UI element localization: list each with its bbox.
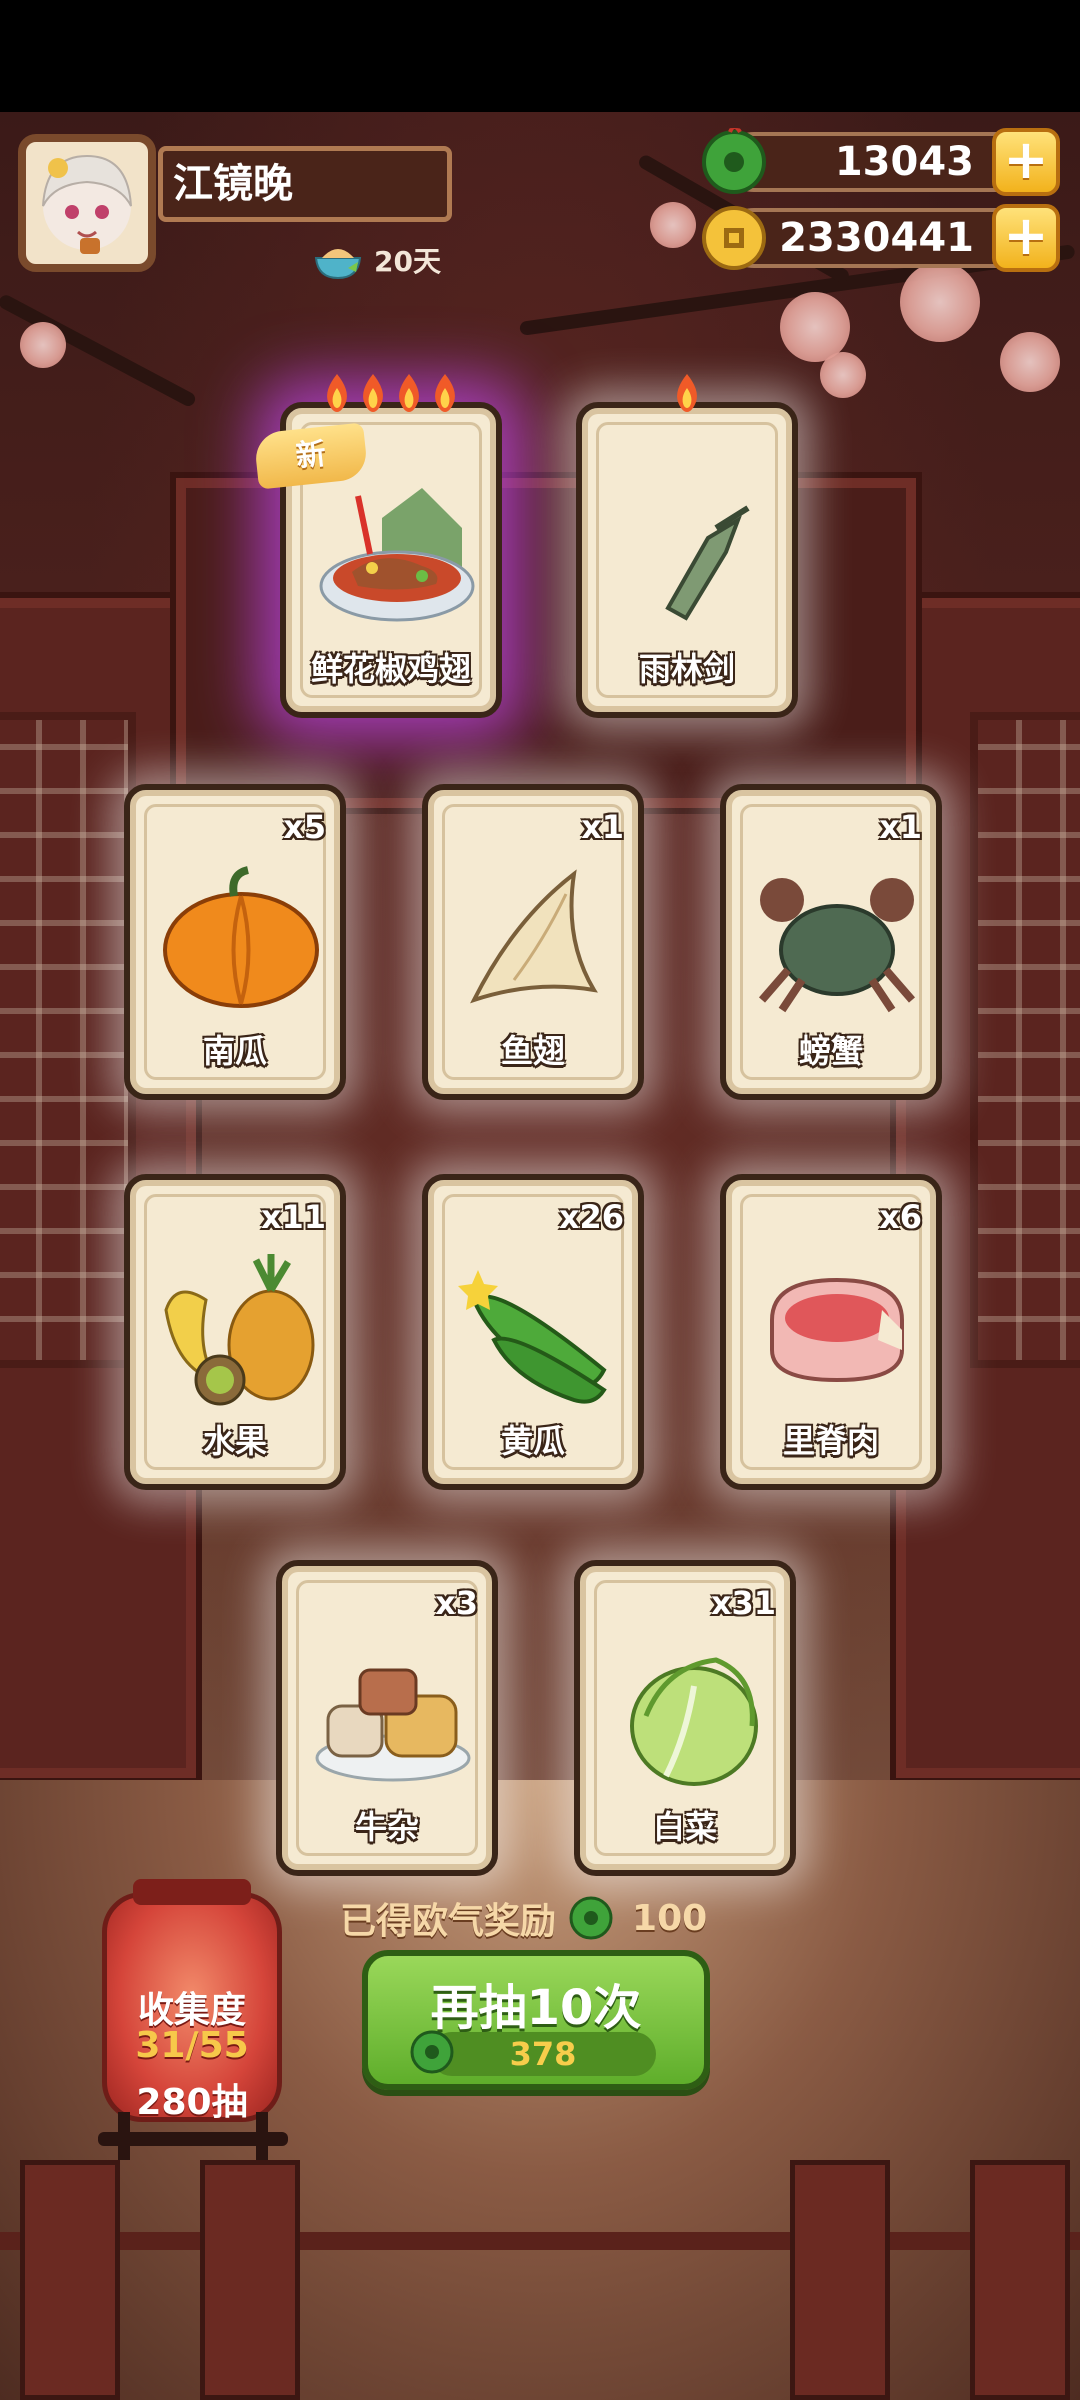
pumpkin-icon [163,866,319,1008]
card-name: 鲜花椒鸡翅 [310,650,471,688]
draw-cost-value: 378 [509,2035,577,2073]
railing-post [970,2160,1070,2400]
flame-icon [435,374,455,412]
railing-post [20,2160,120,2400]
shark-fin-icon [470,869,598,1004]
player-avatar[interactable] [18,134,156,272]
blossom [1000,332,1060,392]
collection-progress: 31/55 [135,2025,249,2066]
lantern-cap [133,1879,251,1905]
jade-coin-icon [702,128,766,194]
days-counter: 20天 [312,238,441,282]
fruit-icon [164,1254,315,1406]
card-quantity: x26 [558,1198,624,1236]
flame-icon [399,374,419,412]
card-name: 南瓜 [202,1032,267,1070]
card-quantity: x1 [879,808,922,846]
card-name: 水果 [202,1422,267,1460]
luck-reward: 已得欧气奖励 100 [340,1892,707,1944]
luck-reward-amount: 100 [632,1897,708,1939]
cucumber-icon [458,1270,607,1404]
flame-icon [677,374,697,412]
card-name: 黄瓜 [500,1422,565,1460]
railing-bar [0,2232,1080,2250]
card-name: 白菜 [652,1808,717,1846]
jade-coin-icon [410,2030,454,2074]
player-name: 江镜晚 [158,146,452,222]
add-jade-button[interactable]: + [992,128,1060,196]
card-quantity: x3 [435,1584,478,1622]
add-coins-button[interactable]: + [992,204,1060,272]
railing-post [790,2160,890,2400]
right-window-lattice [970,712,1080,1368]
rarity-flames [582,372,792,412]
flame-icon [327,374,347,412]
blossom [900,262,980,342]
jade-amount: 13043 [834,139,974,185]
result-card[interactable]: x1 鱼翅 [422,784,644,1100]
card-name: 牛杂 [354,1808,419,1846]
blossom [20,322,66,368]
lantern-stand [98,2112,288,2160]
draw-cost: 378 [410,2030,656,2076]
card-name: 鱼翅 [500,1032,565,1070]
draw-again-button[interactable]: 再抽10次 378 [362,1950,710,2090]
flame-icon [363,374,383,412]
card-name: 螃蟹 [798,1032,863,1070]
result-card[interactable]: x31 白菜 [574,1560,796,1876]
blossom [650,202,696,248]
railing-post [200,2160,300,2400]
result-card[interactable]: 雨林剑 [576,374,798,718]
result-card[interactable]: x26 黄瓜 [422,1174,644,1490]
coin-currency: 2330441 + [702,204,1060,272]
card-quantity: x1 [581,808,624,846]
result-card[interactable]: x11 水果 [124,1174,346,1490]
card-name: 雨林剑 [638,650,735,688]
result-card[interactable]: 新 鲜花椒鸡翅 [253,374,502,718]
blossom [820,352,866,398]
days-value: 20天 [374,245,441,278]
avatar-girl-icon [42,154,132,254]
card-name: 里脊肉 [782,1422,879,1460]
result-card[interactable]: x3 牛杂 [276,1560,498,1876]
luck-reward-label: 已得欧气奖励 [340,1901,557,1942]
gold-coin-icon [702,206,766,270]
card-quantity: x31 [710,1584,776,1622]
collection-lantern[interactable]: 收集度 31/55 280抽 [102,1879,282,2123]
spicy-chicken-wings-dish-icon [319,488,475,622]
coin-amount: 2330441 [779,215,974,261]
result-card[interactable]: x1 螃蟹 [720,784,942,1100]
card-quantity: x5 [283,808,326,846]
rarity-flames [286,372,496,412]
result-card[interactable]: x6 里脊肉 [720,1174,942,1490]
cabbage-icon [630,1657,758,1786]
left-window-lattice [0,712,136,1368]
bowl-icon [314,249,362,280]
rainforest-sword-icon [665,505,750,621]
card-quantity: x6 [879,1198,922,1236]
crab-icon [758,878,916,1013]
card-quantity: x11 [260,1198,326,1236]
result-card[interactable]: x5 南瓜 [124,784,346,1100]
beef-offal-icon [315,1668,471,1782]
tenderloin-icon [770,1277,904,1383]
jade-coin-icon [569,1896,613,1940]
jade-currency: 13043 + [702,128,1060,196]
